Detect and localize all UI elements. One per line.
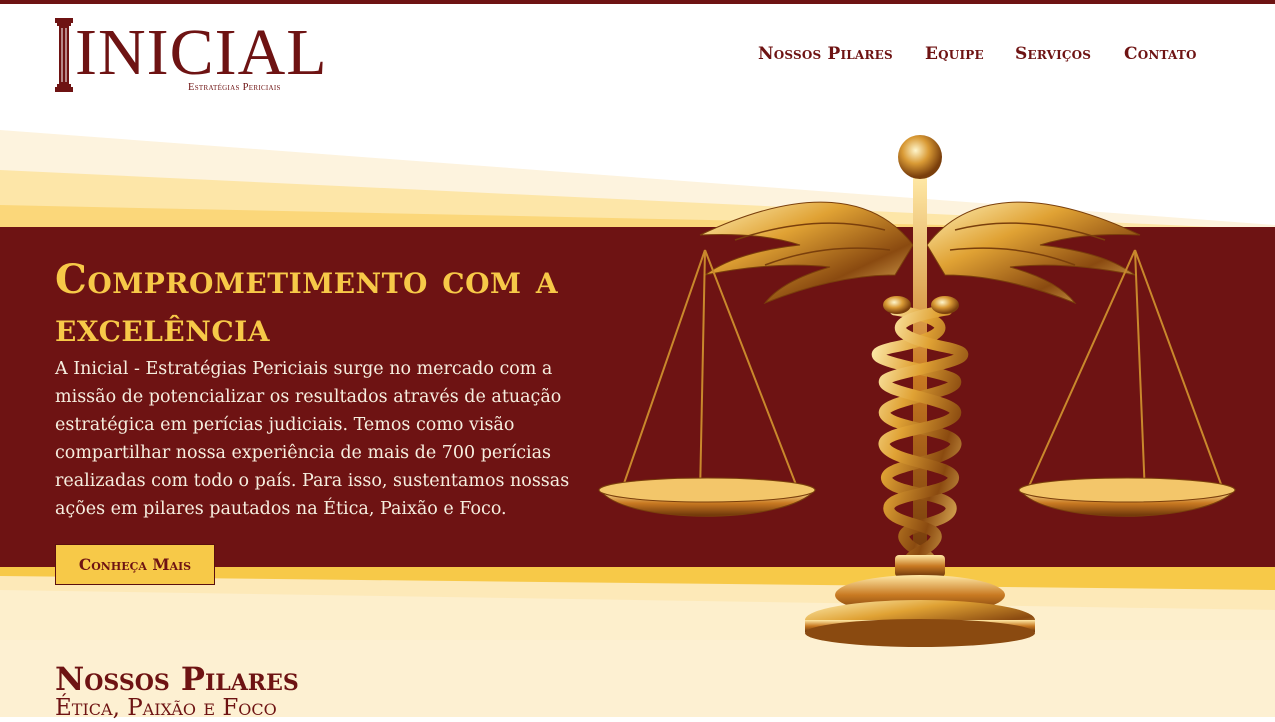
nav-link-contato[interactable]: Contato <box>1124 44 1197 64</box>
logo-tagline: Estratégias Periciais <box>188 82 281 93</box>
main-nav: Nossos Pilares Equipe Serviços Contato <box>0 44 1275 68</box>
nav-link-servicos[interactable]: Serviços <box>1015 44 1091 64</box>
pillars-section-subtitle: Ética, Paixão e Foco <box>55 695 277 721</box>
hero-title: Comprometimento com a excelência <box>55 256 559 351</box>
learn-more-button[interactable]: Conheça Mais <box>55 544 215 585</box>
top-accent-line <box>0 0 1275 4</box>
nav-link-equipe[interactable]: Equipe <box>925 44 984 64</box>
pillars-section-title: Nossos Pilares <box>55 660 299 698</box>
hero-description: A Inicial - Estratégias Periciais surge … <box>55 359 570 519</box>
nav-link-nossos-pilares[interactable]: Nossos Pilares <box>758 44 893 64</box>
caduceus-scales-icon <box>598 135 1237 647</box>
